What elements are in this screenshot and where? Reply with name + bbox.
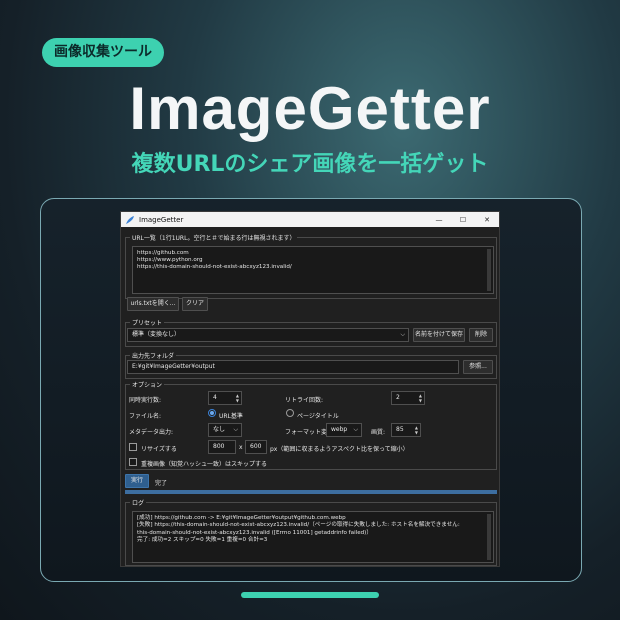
quality-spinbox[interactable]: 85 ▲ ▼: [391, 423, 421, 437]
feather-icon: [126, 215, 134, 224]
open-urls-button[interactable]: urls.txtを開く...: [127, 297, 179, 311]
maximize-button[interactable]: ☐: [451, 216, 475, 224]
url-list-group: URL一覧（1行1URL。空行と＃で始まる行は無視されます） https://g…: [125, 233, 497, 299]
save-preset-button[interactable]: 名前を付けて保存: [413, 328, 465, 342]
output-path-field[interactable]: E:¥git¥ImageGetter¥output: [127, 360, 459, 374]
resize-label: リサイズする: [141, 446, 177, 453]
preset-label: プリセット: [130, 318, 165, 327]
skip-duplicates-label: 重複画像（知覚ハッシュ一致）はスキップする: [141, 461, 268, 468]
filename-url-label: URL基準: [219, 413, 243, 420]
minimize-button[interactable]: —: [427, 216, 451, 224]
url-line: https://this-domain-should-not-exist-abc…: [137, 264, 292, 271]
app-window: ImageGetter — ☐ ✕ URL一覧（1行1URL。空行と＃で始まる行…: [120, 211, 500, 567]
url-scrollbar[interactable]: [487, 249, 491, 291]
filename-title-radio[interactable]: [286, 409, 294, 417]
hero-title: ImageGetter: [129, 75, 491, 142]
log-label: ログ: [130, 498, 147, 507]
url-textarea[interactable]: https://github.com https://www.python.or…: [132, 246, 494, 294]
close-button[interactable]: ✕: [475, 216, 499, 224]
preset-select[interactable]: 標準（変換なし） ⌵: [127, 328, 409, 342]
retry-spinbox[interactable]: 2 ▲ ▼: [391, 391, 425, 405]
metadata-label: メタデータ出力:: [129, 429, 174, 436]
output-label: 出力先フォルダ: [130, 351, 177, 360]
log-textarea[interactable]: [成功] https://github.com -> E:¥git¥ImageG…: [132, 511, 494, 563]
metadata-value: なし: [213, 426, 226, 433]
title-bar: ImageGetter — ☐ ✕: [121, 212, 499, 227]
category-badge: 画像収集ツール: [42, 38, 164, 67]
filename-url-radio[interactable]: [208, 409, 216, 417]
spin-arrows-icon[interactable]: ▲ ▼: [419, 393, 422, 403]
log-line: 完了: 成功=2 スキップ=0 失敗=1 重複=0 合計=3: [137, 537, 268, 544]
spin-arrows-icon[interactable]: ▲ ▼: [415, 425, 418, 435]
hero-subtitle: 複数URLのシェア画像を一括ゲット: [131, 152, 489, 177]
progress-bar: [125, 490, 497, 494]
resize-note: px（範囲に収まるようアスペクト比を保って縮小）: [270, 446, 409, 453]
chevron-down-icon: ⌵: [233, 426, 238, 433]
width-input[interactable]: 800: [208, 440, 236, 454]
delete-preset-button[interactable]: 削除: [469, 328, 493, 342]
log-scrollbar[interactable]: [487, 514, 491, 560]
concurrency-label: 同時実行数:: [129, 397, 162, 404]
options-label: オプション: [130, 380, 165, 389]
chevron-down-icon: ⌵: [353, 426, 358, 433]
format-value: webp: [331, 426, 348, 433]
resize-checkbox[interactable]: [129, 443, 137, 451]
height-input[interactable]: 600: [245, 440, 267, 454]
clear-button[interactable]: クリア: [182, 297, 208, 311]
url-line: https://www.python.org: [137, 257, 203, 264]
log-group: ログ [成功] https://github.com -> E:¥git¥Ima…: [125, 498, 497, 566]
quality-value: 85: [396, 426, 404, 433]
concurrency-value: 4: [213, 394, 217, 401]
run-button[interactable]: 実行: [125, 474, 149, 488]
retry-value: 2: [396, 394, 400, 401]
log-line: [失敗] https://this-domain-should-not-exis…: [137, 522, 460, 529]
times-label: x: [239, 444, 243, 451]
filename-title-label: ページタイトル: [297, 413, 339, 420]
window-title: ImageGetter: [139, 215, 184, 224]
url-line: https://github.com: [137, 250, 189, 256]
format-select[interactable]: webp ⌵: [326, 423, 362, 437]
concurrency-spinbox[interactable]: 4 ▲ ▼: [208, 391, 242, 405]
chevron-down-icon: ⌵: [400, 331, 405, 338]
filename-label: ファイル名:: [129, 413, 162, 420]
metadata-select[interactable]: なし ⌵: [208, 423, 242, 437]
url-list-label: URL一覧（1行1URL。空行と＃で始まる行は無視されます）: [130, 233, 298, 242]
retry-label: リトライ回数:: [285, 397, 324, 404]
preset-selected: 標準（変換なし）: [132, 331, 181, 338]
spin-arrows-icon[interactable]: ▲ ▼: [236, 393, 239, 403]
browse-button[interactable]: 参照...: [463, 360, 493, 374]
decorative-bar: [241, 592, 379, 598]
quality-label: 画質:: [371, 429, 386, 436]
status-text: 完了: [155, 480, 168, 487]
skip-duplicates-checkbox[interactable]: [129, 458, 137, 466]
